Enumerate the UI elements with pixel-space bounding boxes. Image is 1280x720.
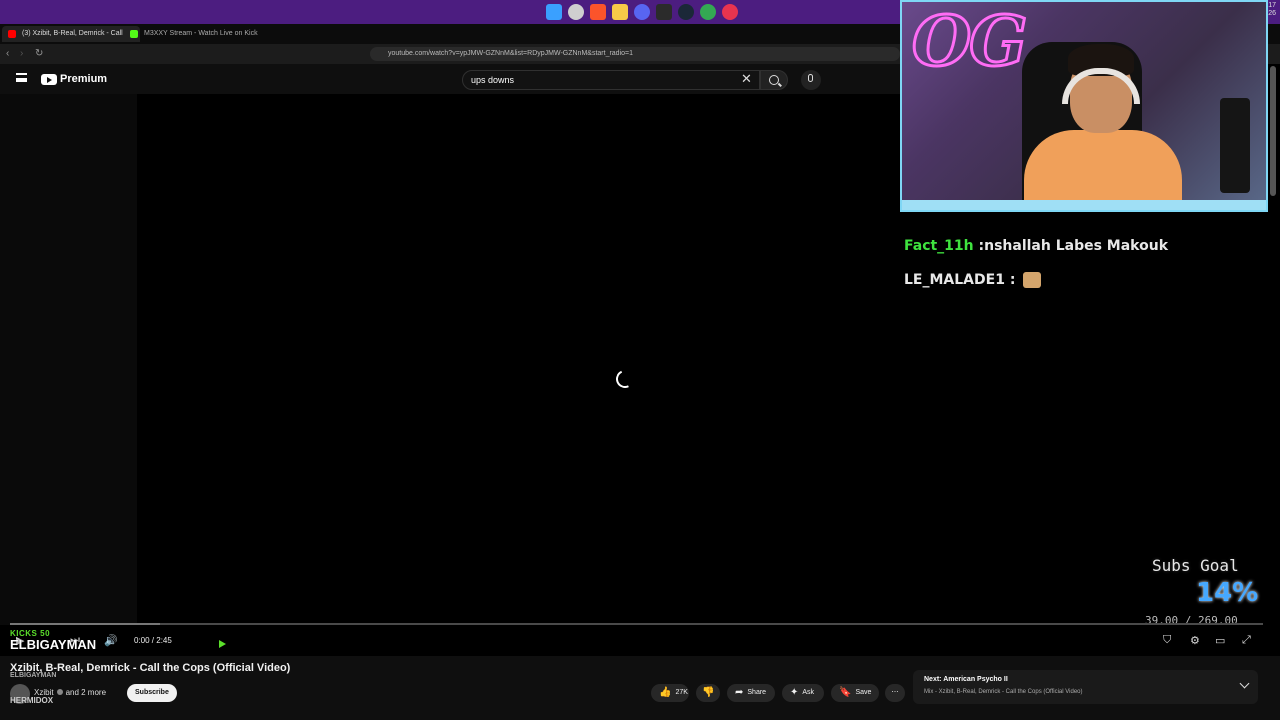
player-controls: ▶ ⏭ 🔊 0:00 / 2:45 ⛉ ⚙ ▭ ⤢: [0, 626, 1280, 656]
menu-icon[interactable]: [16, 73, 27, 82]
sponsor-shield-icon[interactable]: ⛉: [1163, 634, 1171, 647]
fullscreen-icon[interactable]: ⤢: [1242, 634, 1251, 647]
verified-icon: [56, 689, 63, 695]
share-button[interactable]: ➦ Share: [727, 684, 775, 702]
page-scrollbar[interactable]: [1270, 66, 1276, 196]
discord-icon[interactable]: [634, 4, 650, 20]
chrome-icon[interactable]: [700, 4, 716, 20]
youtube-logo-icon: [41, 73, 57, 85]
reload-icon[interactable]: ↻: [35, 48, 43, 59]
subs-goal-title: Subs Goal: [1152, 556, 1239, 575]
bookmark-icon: 🔖: [839, 687, 852, 698]
pin-icon[interactable]: [722, 4, 738, 20]
back-icon[interactable]: ‹: [6, 48, 9, 59]
buffer-bar: [10, 623, 160, 625]
chat-message: LE_MALADE1 :: [904, 272, 1042, 288]
url-field[interactable]: youtube.com/watch?v=ypJMW-GZNnM&list=RDy…: [370, 47, 900, 61]
settings-icon[interactable]: ⚙: [1190, 634, 1200, 647]
neon-sign: OG: [910, 2, 1028, 84]
volume-icon[interactable]: 🔊: [104, 634, 118, 647]
theater-mode-icon[interactable]: ▭: [1215, 634, 1225, 647]
brave-icon[interactable]: [590, 4, 606, 20]
chevron-down-icon[interactable]: [1239, 678, 1250, 689]
subscribe-button[interactable]: Subscribe: [127, 684, 177, 702]
emote-icon: [1023, 272, 1042, 288]
search-icon[interactable]: [568, 4, 584, 20]
up-next-subtitle: Mix - Xzibit, B-Real, Demrick - Call the…: [924, 689, 1083, 695]
lamp: [1220, 98, 1250, 193]
page-left-margin: [0, 94, 137, 625]
overlay-small-name: ELBIGAYMAN: [10, 672, 57, 679]
windows-icon[interactable]: [546, 4, 562, 20]
gifter-name: ELBIGAYMAN: [10, 637, 97, 652]
tab-youtube[interactable]: (3) Xzibit, B-Real, Demrick - Call ✕: [2, 26, 140, 42]
taskbar-clock[interactable]: 17 26: [1268, 2, 1276, 18]
more-actions-button[interactable]: ⋯: [885, 684, 905, 702]
ask-button[interactable]: ✦ Ask: [782, 684, 824, 702]
voice-search-icon[interactable]: [801, 70, 821, 90]
sparkle-icon: ✦: [790, 687, 799, 698]
forward-icon[interactable]: ›: [20, 48, 23, 59]
like-button[interactable]: 👍 27K: [651, 684, 689, 702]
time-display: 0:00 / 2:45: [134, 636, 172, 645]
dislike-button[interactable]: 👎: [696, 684, 720, 702]
share-icon: ➦: [735, 687, 744, 698]
webcam-overlay: OG: [900, 0, 1268, 212]
save-button[interactable]: 🔖 Save: [831, 684, 879, 702]
search-box: [462, 70, 760, 90]
taskbar-icons: [546, 4, 738, 20]
chat-message: Fact_11h :nshallah Labes Makouk: [904, 238, 1169, 254]
subs-goal-percent: 14%: [1196, 578, 1259, 608]
clear-search-icon[interactable]: ✕: [741, 71, 752, 87]
youtube-favicon-icon: [8, 30, 16, 38]
folder-icon[interactable]: [612, 4, 628, 20]
overlay-name: HERMIDOX: [10, 696, 54, 705]
up-next-title: Next: American Psycho II: [924, 676, 1008, 683]
search-button[interactable]: [760, 70, 788, 90]
video-progress-bar[interactable]: [10, 623, 1263, 625]
kick-favicon-icon: [130, 30, 138, 38]
search-icon: [769, 75, 779, 85]
up-next-card[interactable]: Next: American Psycho II Mix - Xzibit, B…: [913, 670, 1258, 704]
terminal-icon[interactable]: [656, 4, 672, 20]
tab-kick[interactable]: M3XXY Stream - Watch Live on Kick: [124, 26, 268, 42]
search-input[interactable]: [471, 75, 711, 85]
steam-icon[interactable]: [678, 4, 694, 20]
thumbs-up-icon: 👍: [659, 687, 672, 698]
overlay-play-icon: [219, 640, 226, 648]
thumbs-down-icon: 👎: [702, 687, 715, 698]
webcam-border-strip: [902, 200, 1266, 210]
youtube-premium-logo[interactable]: Premium: [41, 73, 107, 85]
youtube-header: Premium ✕: [0, 64, 900, 94]
